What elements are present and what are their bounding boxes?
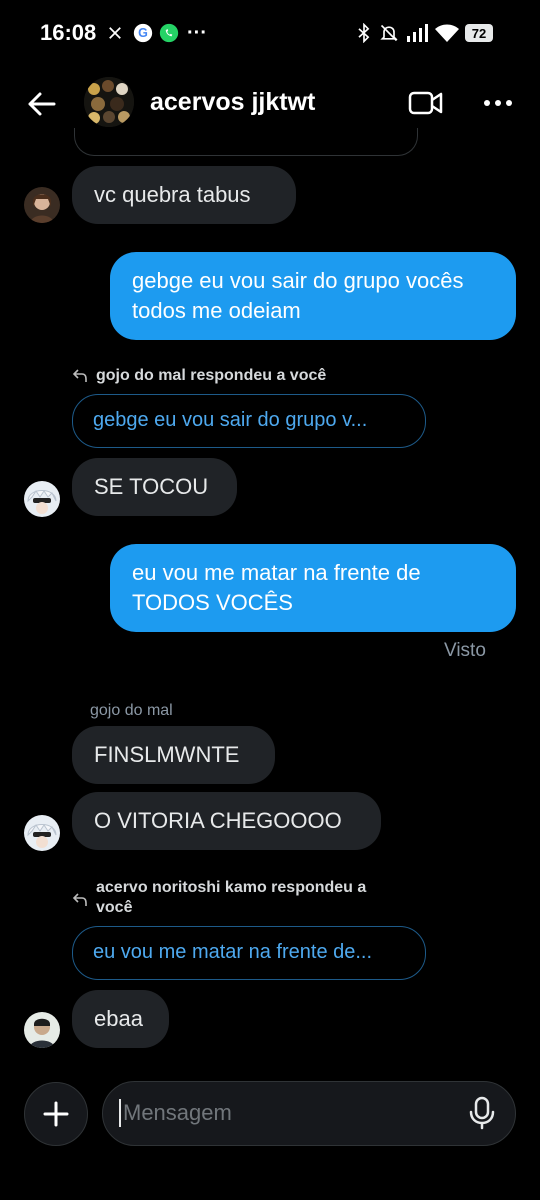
whatsapp-icon xyxy=(158,22,180,44)
status-time: 16:08 xyxy=(40,20,97,45)
text-cursor xyxy=(119,1099,121,1127)
video-call-button[interactable] xyxy=(408,88,444,118)
wifi-icon xyxy=(434,22,460,44)
avatar[interactable] xyxy=(24,1012,60,1048)
back-button[interactable] xyxy=(24,86,60,122)
group-avatar[interactable] xyxy=(84,77,134,127)
message-bubble-incoming[interactable]: SE TOCOU xyxy=(72,458,237,516)
message-text: FINSLMWNTE xyxy=(94,742,240,767)
message-bubble-incoming[interactable]: vc quebra tabus xyxy=(72,166,296,224)
back-arrow-icon xyxy=(28,92,56,116)
message-bubble-outgoing[interactable]: eu vou me matar na frente de TODOS VOCÊS xyxy=(110,544,516,632)
message-text: gebge eu vou sair do grupo vocês todos m… xyxy=(132,268,464,323)
message-text: O VITORIA CHEGOOOO xyxy=(94,808,342,833)
avatar[interactable] xyxy=(24,815,60,851)
message-text: eu vou me matar na frente de TODOS VOCÊS xyxy=(132,560,421,615)
more-icon xyxy=(484,100,512,106)
message-input-placeholder: Mensagem xyxy=(123,1100,232,1125)
signal-icon xyxy=(404,22,430,44)
add-attachment-button[interactable] xyxy=(24,1082,88,1146)
avatar[interactable] xyxy=(24,187,60,223)
reply-preview[interactable]: gebge eu vou sair do grupo v... xyxy=(72,394,426,448)
message-input-container[interactable]: Mensagem xyxy=(102,1081,516,1146)
more-notifications-icon: ··· xyxy=(187,21,207,44)
mute-icon xyxy=(378,22,400,44)
previous-message-edge xyxy=(74,128,418,156)
reply-label: gojo do mal respondeu a você xyxy=(96,367,327,384)
microphone-icon xyxy=(469,1096,495,1130)
more-options-button[interactable] xyxy=(480,93,516,113)
message-bubble-incoming[interactable]: ebaa xyxy=(72,990,169,1048)
google-icon: G xyxy=(132,22,154,44)
microphone-button[interactable] xyxy=(467,1096,497,1130)
message-text: SE TOCOU xyxy=(94,474,209,499)
chat-title[interactable]: acervos jjktwt xyxy=(150,88,315,117)
plus-icon xyxy=(43,1101,69,1127)
reply-icon xyxy=(72,890,88,908)
message-bubble-incoming[interactable]: O VITORIA CHEGOOOO xyxy=(72,792,381,850)
x-logo-icon xyxy=(106,22,124,44)
status-bar: 16:08 G ··· 72 xyxy=(0,0,540,68)
reply-icon xyxy=(72,366,88,384)
reply-preview-text: gebge eu vou sair do grupo v... xyxy=(93,409,368,431)
seen-status: Visto xyxy=(444,640,486,661)
svg-text:G: G xyxy=(138,26,148,40)
message-bubble-incoming[interactable]: FINSLMWNTE xyxy=(72,726,275,784)
reply-label: acervo noritoshi kamo respondeu a você xyxy=(96,879,367,916)
reply-preview-text: eu vou me matar na frente de... xyxy=(93,941,373,963)
sender-name: gojo do mal xyxy=(90,702,173,719)
video-call-icon xyxy=(408,91,443,115)
avatar[interactable] xyxy=(24,481,60,517)
bluetooth-icon xyxy=(354,22,374,44)
message-bubble-outgoing[interactable]: gebge eu vou sair do grupo vocês todos m… xyxy=(110,252,516,340)
message-text: ebaa xyxy=(94,1006,143,1031)
message-text: vc quebra tabus xyxy=(94,182,251,207)
reply-preview[interactable]: eu vou me matar na frente de... xyxy=(72,926,426,980)
battery-indicator: 72 xyxy=(465,24,493,42)
